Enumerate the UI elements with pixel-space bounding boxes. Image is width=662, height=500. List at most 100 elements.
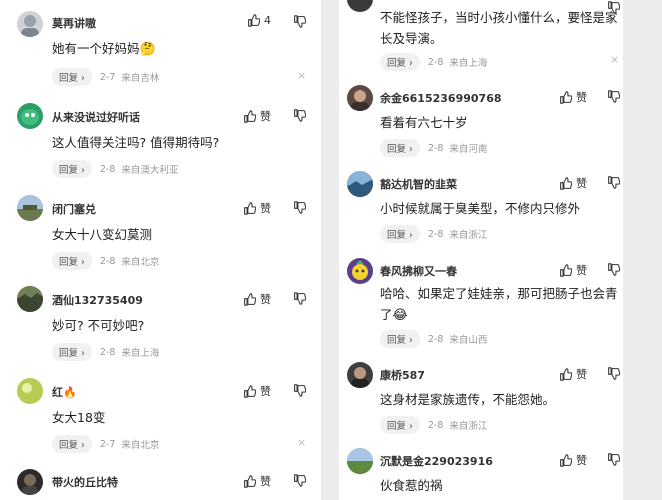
comment-location: 来自上海 (449, 58, 488, 69)
comment-location: 来自北京 (121, 257, 160, 268)
reply-button[interactable]: 回复 › (52, 343, 92, 361)
avatar[interactable] (347, 258, 373, 284)
dislike-button[interactable] (607, 90, 620, 103)
dislike-button[interactable] (607, 263, 620, 276)
reply-button[interactable]: 回复 › (52, 160, 92, 178)
avatar[interactable] (17, 11, 43, 37)
dislike-button[interactable] (293, 15, 306, 28)
thumbs-down-icon (293, 15, 306, 28)
dislike-button[interactable] (293, 474, 306, 487)
like-label: 赞 (576, 177, 587, 190)
like-label: 赞 (260, 293, 271, 306)
username[interactable]: 酒仙132735409 (52, 292, 143, 308)
comment-date: 2-8 (99, 346, 116, 358)
username[interactable]: 带火的丘比特 (52, 474, 118, 490)
left-comment-panel: 莫再讲嗷 4 她有一个好妈妈🤔 回复 › 2-7 来自吉林 × 从来没说过好听话… (0, 0, 321, 500)
comment-text: 这身材是家族遗传，不能怨她。 (380, 392, 556, 407)
comment-text: 小时候就属于臭美型，不修内只修外 (380, 201, 581, 216)
comment-meta: 回复 › 2-7 来自吉林 (52, 68, 159, 86)
close-icon[interactable]: × (610, 53, 619, 66)
thumbs-up-icon (243, 384, 256, 398)
comment-date: 2-8 (427, 142, 444, 154)
thumbs-down-icon (293, 384, 306, 397)
like-button[interactable]: 赞 (243, 108, 271, 124)
comment-text: 妙可? 不可妙吧? (52, 318, 145, 333)
avatar[interactable] (347, 85, 373, 111)
reply-button[interactable]: 回复 › (380, 53, 420, 71)
dislike-button[interactable] (607, 176, 620, 189)
like-label: 赞 (260, 202, 271, 215)
username[interactable]: 莫再讲嗷 (52, 15, 96, 31)
laughing-emoji: 😂 (392, 308, 408, 323)
comment-meta: 回复 › 2-8 来自上海 (380, 53, 487, 71)
username[interactable]: 从来没说过好听话 (52, 109, 140, 125)
username[interactable]: 康桥587 (380, 367, 425, 383)
thumbs-down-icon (293, 474, 306, 487)
avatar[interactable] (347, 0, 373, 12)
thumbs-up-icon (243, 292, 256, 306)
like-button[interactable]: 赞 (243, 383, 271, 399)
like-button[interactable]: 赞 (559, 175, 587, 191)
dislike-button[interactable] (607, 453, 620, 466)
comment-location: 来自山西 (449, 335, 488, 346)
like-button[interactable]: 赞 (559, 89, 587, 105)
comment-date: 2-8 (427, 333, 444, 345)
dislike-button[interactable] (293, 384, 306, 397)
dislike-button[interactable] (293, 201, 306, 214)
like-button[interactable]: 赞 (559, 366, 587, 382)
comment-meta: 回复 › 2-8 来自北京 (52, 252, 159, 270)
dislike-button[interactable] (293, 292, 306, 305)
thinking-emoji: 🤔 (139, 42, 156, 57)
comment-date: 2-8 (99, 163, 116, 175)
comment-meta: 回复 › 2-8 来自澳大利亚 (52, 160, 178, 178)
like-button[interactable]: 赞 (559, 452, 587, 468)
comment-text: 哈哈、如果定了娃娃亲，那可把肠子也会青 了😂 (380, 286, 618, 323)
avatar[interactable] (347, 448, 373, 474)
thumbs-down-icon (607, 453, 620, 466)
comment-date: 2-8 (427, 419, 444, 431)
close-icon[interactable]: × (297, 436, 306, 449)
comment-meta: 回复 › 2-8 来自河南 (380, 139, 487, 157)
avatar[interactable] (17, 286, 43, 312)
dislike-button[interactable] (293, 109, 306, 122)
like-button[interactable]: 赞 (243, 200, 271, 216)
comment-date: 2-7 (99, 438, 116, 450)
reply-button[interactable]: 回复 › (52, 68, 92, 86)
thumbs-up-icon (243, 109, 256, 123)
avatar[interactable] (17, 103, 43, 129)
like-button[interactable]: 赞 (243, 473, 271, 489)
like-button[interactable]: 赞 (559, 262, 587, 278)
like-label: 赞 (260, 475, 271, 488)
reply-button[interactable]: 回复 › (52, 435, 92, 453)
avatar[interactable] (17, 469, 43, 495)
like-button[interactable]: 赞 (243, 291, 271, 307)
thumbs-down-icon (293, 292, 306, 305)
reply-button[interactable]: 回复 › (380, 330, 420, 348)
reply-button[interactable]: 回复 › (52, 252, 92, 270)
like-label: 赞 (576, 91, 587, 104)
username[interactable]: 红🔥 (52, 384, 77, 400)
username[interactable]: 春风拂柳又一春 (380, 263, 457, 279)
avatar[interactable] (347, 362, 373, 388)
reply-button[interactable]: 回复 › (380, 139, 420, 157)
avatar[interactable] (17, 195, 43, 221)
like-button[interactable]: 4 (247, 14, 271, 27)
reply-button[interactable]: 回复 › (380, 225, 420, 243)
thumbs-up-icon (559, 90, 572, 104)
like-label: 赞 (576, 368, 587, 381)
reply-button[interactable]: 回复 › (380, 416, 420, 434)
comment-location: 来自上海 (121, 348, 160, 359)
username[interactable]: 沉默是金229023916 (380, 453, 493, 469)
avatar[interactable] (347, 171, 373, 197)
like-label: 赞 (260, 385, 271, 398)
close-icon[interactable]: × (297, 69, 306, 82)
dislike-button[interactable] (607, 367, 620, 380)
username[interactable]: 闭门塞兑 (52, 201, 96, 217)
avatar[interactable] (17, 378, 43, 404)
comment-text: 她有一个好妈妈🤔 (52, 41, 156, 57)
comment-text: 不能怪孩子，当时小孩小懂什么，要怪是家 长及导演。 (380, 10, 618, 46)
username[interactable]: 豁达机智的韭菜 (380, 176, 457, 192)
comment-meta: 回复 › 2-8 来自浙江 (380, 225, 487, 243)
thumbs-up-icon (243, 201, 256, 215)
username[interactable]: 余金6615236990768 (380, 90, 502, 106)
